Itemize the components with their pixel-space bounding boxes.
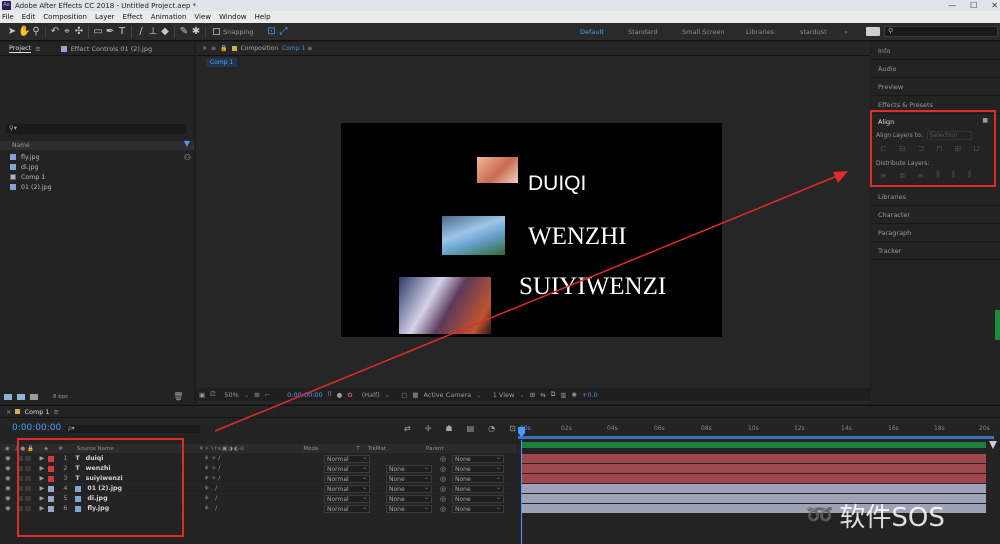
- watermark-text: 软件SOS: [839, 503, 945, 533]
- annotation-arrow: [214, 171, 848, 432]
- watermark-logo-icon: ➿: [806, 503, 834, 528]
- watermark: ➿ 软件SOS: [806, 497, 945, 534]
